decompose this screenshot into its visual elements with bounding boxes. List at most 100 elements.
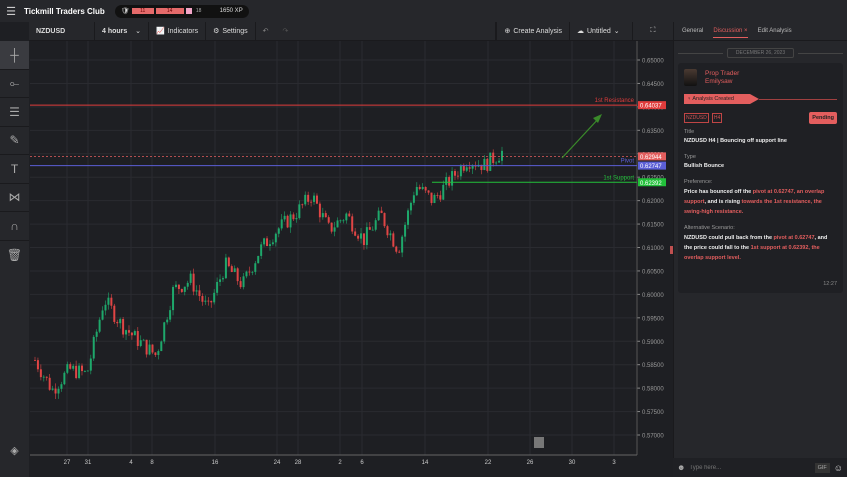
candle	[292, 214, 295, 220]
x-tick-label: 24	[274, 460, 281, 466]
crosshair-icon: ┼	[10, 47, 19, 62]
chart-toolbar: NZDUSD 4 hours ⌄ 📈 Indicators ⚙ Settings ↶ …	[29, 21, 673, 41]
candle	[283, 215, 286, 220]
candle	[230, 266, 233, 272]
emoji-icon[interactable]: ☻	[677, 463, 685, 472]
indicators-button[interactable]: 📈 Indicators	[149, 21, 207, 41]
candle	[34, 360, 36, 361]
indicators-label: Indicators	[167, 27, 199, 35]
candle	[442, 184, 445, 200]
trash-tool[interactable]: 🗑	[0, 241, 29, 270]
symbol-selector[interactable]: NZDUSD	[29, 21, 95, 41]
candle	[54, 388, 57, 394]
replay-button[interactable]	[534, 437, 544, 448]
settings-button[interactable]: ⚙ Settings	[206, 21, 256, 41]
y-tick-label: 0.60500	[642, 269, 664, 275]
text-tool[interactable]: T	[0, 155, 29, 184]
tab-general[interactable]: General	[682, 28, 703, 34]
candle	[248, 271, 251, 273]
y-tick-label: 0.61500	[642, 223, 664, 229]
y-tick-label: 0.58000	[642, 387, 664, 393]
candle	[424, 186, 427, 191]
settings-label: Settings	[222, 27, 248, 35]
candle	[136, 331, 139, 346]
candle	[198, 290, 201, 297]
layers-icon[interactable]: ◈	[0, 444, 29, 457]
undo-button[interactable]: ↶	[256, 22, 276, 41]
analysis-panel: General Discussion × Edit Analysis DECEM…	[673, 22, 847, 458]
interval-dropdown[interactable]: 4 hours ⌄	[95, 21, 149, 41]
trend-line-tool[interactable]: ⟜	[0, 70, 29, 98]
candle	[280, 219, 283, 229]
candle	[157, 351, 160, 355]
x-tick-label: 30	[569, 460, 576, 466]
fullscreen-button[interactable]: ⛶	[633, 22, 673, 41]
candle	[415, 186, 418, 196]
candle	[313, 195, 316, 202]
candle	[351, 216, 354, 232]
sticker-icon[interactable]: ☺	[834, 463, 843, 473]
fib-tool[interactable]: ☰	[0, 98, 29, 127]
redo-button[interactable]: ↷	[276, 21, 497, 41]
candle	[195, 290, 198, 292]
trash-icon: 🗑	[6, 247, 23, 262]
candle	[163, 322, 166, 342]
candle	[495, 162, 498, 164]
candle	[75, 365, 78, 379]
xp-segment: 11	[131, 8, 154, 14]
body-text: , and is rising	[704, 199, 742, 205]
candle	[125, 330, 128, 335]
candle	[219, 279, 222, 282]
candle	[183, 286, 186, 292]
tab-discussion[interactable]: Discussion ×	[713, 28, 748, 38]
pattern-tool[interactable]: ⋈	[0, 184, 29, 212]
x-tick-label: 3	[612, 460, 616, 466]
candle	[380, 210, 383, 214]
candle	[318, 203, 321, 218]
analysis-type: Bullish Bounce	[684, 163, 725, 169]
magnet-icon: ∩	[10, 218, 19, 233]
candle	[456, 175, 459, 177]
candle	[51, 388, 54, 390]
candle	[57, 388, 60, 394]
candle	[377, 210, 380, 221]
close-icon[interactable]: ×	[744, 28, 748, 34]
x-tick-label: 6	[360, 460, 364, 466]
candle	[271, 242, 274, 245]
level-price-label: 0.62747	[640, 164, 662, 170]
candle	[501, 150, 503, 161]
brush-tool[interactable]: ✎	[0, 127, 29, 155]
y-tick-label: 0.61000	[642, 246, 664, 252]
candle	[454, 171, 457, 176]
crosshair-tool[interactable]: ┼	[0, 41, 29, 70]
untitled-dropdown[interactable]: ☁ Untitled ⌄	[570, 21, 633, 41]
user-role: Prop Trader	[705, 69, 740, 77]
message-input[interactable]	[689, 461, 811, 474]
type-label: Type	[684, 154, 696, 160]
candle	[166, 319, 169, 323]
candle	[342, 220, 345, 222]
menu-icon[interactable]: ☰	[0, 5, 22, 18]
body-text: NZDUSD could pull back from the	[684, 235, 774, 241]
candle	[489, 152, 492, 171]
y-tick-label: 0.63500	[642, 129, 664, 135]
candle	[407, 210, 410, 225]
candle	[398, 251, 401, 253]
candle	[330, 222, 333, 232]
candle	[251, 271, 254, 273]
xp-segment: 14	[155, 8, 184, 14]
candle	[462, 165, 465, 171]
candle	[236, 268, 239, 282]
price-chart[interactable]: 0.650000.645000.640000.635000.630000.625…	[30, 41, 673, 477]
tab-label: Discussion	[713, 28, 743, 34]
gif-button[interactable]: GIF	[814, 462, 830, 473]
candle	[130, 332, 133, 336]
candle	[186, 282, 189, 287]
chevron-down-icon: ⌄	[613, 28, 620, 35]
top-bar: ☰ Tickmill Traders Club 🛡 11 14 18 1650 …	[0, 0, 847, 22]
tab-edit-analysis[interactable]: Edit Analysis	[758, 28, 792, 34]
create-analysis-button[interactable]: ⊕ Create Analysis	[496, 21, 570, 41]
candle	[412, 195, 415, 203]
magnet-tool[interactable]: ∩	[0, 212, 29, 241]
user-name: Emilysaw	[705, 77, 733, 85]
